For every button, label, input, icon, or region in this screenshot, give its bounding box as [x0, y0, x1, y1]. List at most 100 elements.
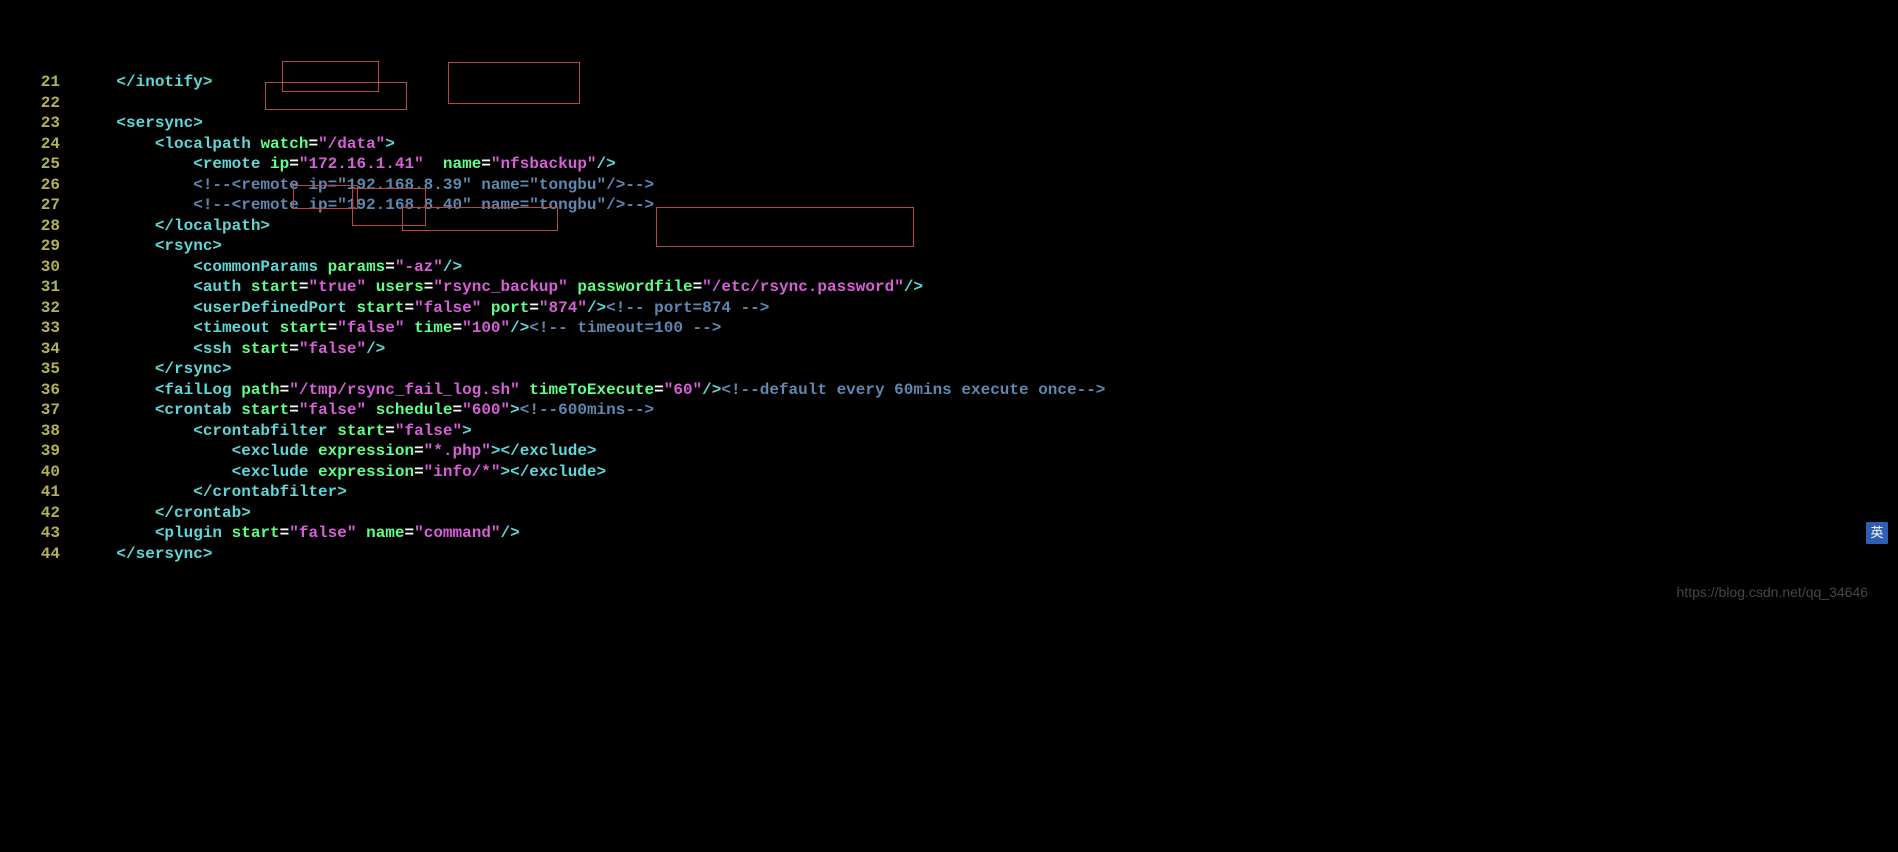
code-token: <!--600mins-->: [520, 401, 654, 419]
code-line[interactable]: 22: [0, 93, 1898, 114]
code-line[interactable]: 30 <commonParams params="-az"/>: [0, 257, 1898, 278]
code-token: [78, 237, 155, 255]
code-token: <timeout: [193, 319, 270, 337]
code-token: =: [414, 463, 424, 481]
code-line[interactable]: 38 <crontabfilter start="false">: [0, 421, 1898, 442]
code-line[interactable]: 21 </inotify>: [0, 72, 1898, 93]
line-number: 33: [0, 318, 78, 339]
code-token: [520, 381, 530, 399]
code-editor[interactable]: 21 </inotify>2223 <sersync>24 <localpath…: [0, 72, 1898, 564]
code-content[interactable]: [78, 93, 1898, 114]
code-token: [78, 545, 116, 563]
code-line[interactable]: 32 <userDefinedPort start="false" port="…: [0, 298, 1898, 319]
code-content[interactable]: <rsync>: [78, 236, 1898, 257]
code-content[interactable]: </rsync>: [78, 359, 1898, 380]
code-token: [78, 299, 193, 317]
code-content[interactable]: <exclude expression="info/*"></exclude>: [78, 462, 1898, 483]
code-token: expression: [318, 442, 414, 460]
code-token: >: [510, 401, 520, 419]
code-content[interactable]: <exclude expression="*.php"></exclude>: [78, 441, 1898, 462]
code-content[interactable]: <timeout start="false" time="100"/><!-- …: [78, 318, 1898, 339]
line-number: 21: [0, 72, 78, 93]
code-line[interactable]: 41 </crontabfilter>: [0, 482, 1898, 503]
code-token: start: [241, 340, 289, 358]
code-content[interactable]: <plugin start="false" name="command"/>: [78, 523, 1898, 544]
code-token: [347, 299, 357, 317]
code-token: />: [366, 340, 385, 358]
code-content[interactable]: <crontabfilter start="false">: [78, 421, 1898, 442]
code-token: [318, 258, 328, 276]
code-token: watch: [260, 135, 308, 153]
code-token: "/etc/rsync.password": [702, 278, 904, 296]
code-content[interactable]: <sersync>: [78, 113, 1898, 134]
line-number: 35: [0, 359, 78, 380]
code-token: <crontab: [155, 401, 232, 419]
ime-indicator[interactable]: 英: [1866, 522, 1888, 544]
code-token: [270, 319, 280, 337]
code-line[interactable]: 33 <timeout start="false" time="100"/><!…: [0, 318, 1898, 339]
code-line[interactable]: 36 <failLog path="/tmp/rsync_fail_log.sh…: [0, 380, 1898, 401]
code-content[interactable]: <userDefinedPort start="false" port="874…: [78, 298, 1898, 319]
code-line[interactable]: 25 <remote ip="172.16.1.41" name="nfsbac…: [0, 154, 1898, 175]
code-line[interactable]: 44 </sersync>: [0, 544, 1898, 565]
line-number: 42: [0, 503, 78, 524]
code-token: [78, 401, 155, 419]
code-token: [260, 155, 270, 173]
code-line[interactable]: 29 <rsync>: [0, 236, 1898, 257]
code-token: [78, 278, 193, 296]
code-line[interactable]: 26 <!--<remote ip="192.168.8.39" name="t…: [0, 175, 1898, 196]
code-token: [78, 155, 193, 173]
code-line[interactable]: 24 <localpath watch="/data">: [0, 134, 1898, 155]
code-token: "600": [462, 401, 510, 419]
code-token: [78, 73, 116, 91]
code-line[interactable]: 37 <crontab start="false" schedule="600"…: [0, 400, 1898, 421]
code-line[interactable]: 43 <plugin start="false" name="command"/…: [0, 523, 1898, 544]
code-token: [78, 504, 155, 522]
code-content[interactable]: <!--<remote ip="192.168.8.40" name="tong…: [78, 195, 1898, 216]
code-token: />: [443, 258, 462, 276]
line-number: 43: [0, 523, 78, 544]
line-number: 23: [0, 113, 78, 134]
code-token: [232, 401, 242, 419]
code-line[interactable]: 39 <exclude expression="*.php"></exclude…: [0, 441, 1898, 462]
line-number: 44: [0, 544, 78, 565]
code-content[interactable]: </crontab>: [78, 503, 1898, 524]
code-line[interactable]: 28 </localpath>: [0, 216, 1898, 237]
code-token: =: [328, 319, 338, 337]
code-token: time: [414, 319, 452, 337]
code-token: [356, 524, 366, 542]
code-content[interactable]: <ssh start="false"/>: [78, 339, 1898, 360]
code-token: <auth: [193, 278, 241, 296]
code-line[interactable]: 42 </crontab>: [0, 503, 1898, 524]
code-line[interactable]: 31 <auth start="true" users="rsync_backu…: [0, 277, 1898, 298]
code-content[interactable]: <crontab start="false" schedule="600"><!…: [78, 400, 1898, 421]
code-token: [481, 299, 491, 317]
code-token: port: [491, 299, 529, 317]
code-line[interactable]: 34 <ssh start="false"/>: [0, 339, 1898, 360]
code-token: =: [693, 278, 703, 296]
code-token: />: [501, 524, 520, 542]
code-content[interactable]: <failLog path="/tmp/rsync_fail_log.sh" t…: [78, 380, 1898, 401]
code-line[interactable]: 27 <!--<remote ip="192.168.8.40" name="t…: [0, 195, 1898, 216]
code-token: "false": [299, 340, 366, 358]
line-number: 37: [0, 400, 78, 421]
code-content[interactable]: <auth start="true" users="rsync_backup" …: [78, 277, 1898, 298]
code-token: "false": [299, 401, 366, 419]
code-content[interactable]: <commonParams params="-az"/>: [78, 257, 1898, 278]
code-content[interactable]: <remote ip="172.16.1.41" name="nfsbackup…: [78, 154, 1898, 175]
code-token: [78, 381, 155, 399]
code-token: />: [510, 319, 529, 337]
code-line[interactable]: 23 <sersync>: [0, 113, 1898, 134]
code-token: [78, 483, 193, 501]
code-line[interactable]: 35 </rsync>: [0, 359, 1898, 380]
code-token: <exclude: [232, 442, 309, 460]
code-content[interactable]: <!--<remote ip="192.168.8.39" name="tong…: [78, 175, 1898, 196]
code-token: =: [280, 524, 290, 542]
code-content[interactable]: </crontabfilter>: [78, 482, 1898, 503]
code-token: <!--default every 60mins execute once-->: [721, 381, 1105, 399]
code-content[interactable]: <localpath watch="/data">: [78, 134, 1898, 155]
code-content[interactable]: </localpath>: [78, 216, 1898, 237]
code-content[interactable]: </inotify>: [78, 72, 1898, 93]
code-line[interactable]: 40 <exclude expression="info/*"></exclud…: [0, 462, 1898, 483]
code-content[interactable]: </sersync>: [78, 544, 1898, 565]
